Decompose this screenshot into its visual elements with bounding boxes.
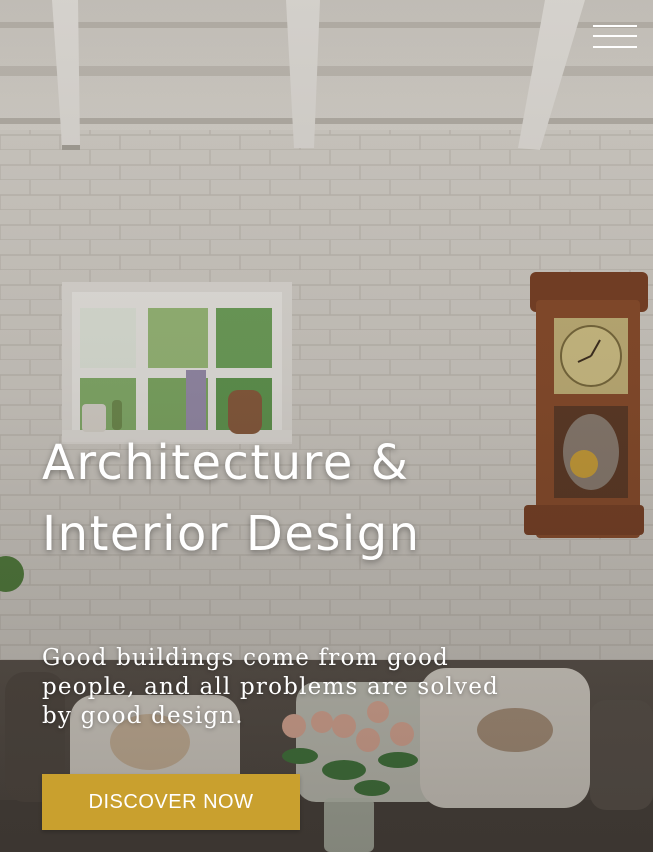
hero-section: Architecture & Interior Design Good buil… bbox=[0, 0, 653, 852]
hero-tagline: Good buildings come from good people, an… bbox=[42, 645, 499, 729]
menu-bar-top bbox=[593, 25, 637, 27]
hamburger-menu-icon[interactable] bbox=[593, 22, 637, 52]
hero-headline: Architecture & Interior Design bbox=[42, 435, 421, 562]
discover-now-button[interactable]: DISCOVER NOW bbox=[42, 774, 300, 830]
menu-bar-middle bbox=[593, 35, 637, 37]
menu-bar-bottom bbox=[593, 46, 637, 48]
